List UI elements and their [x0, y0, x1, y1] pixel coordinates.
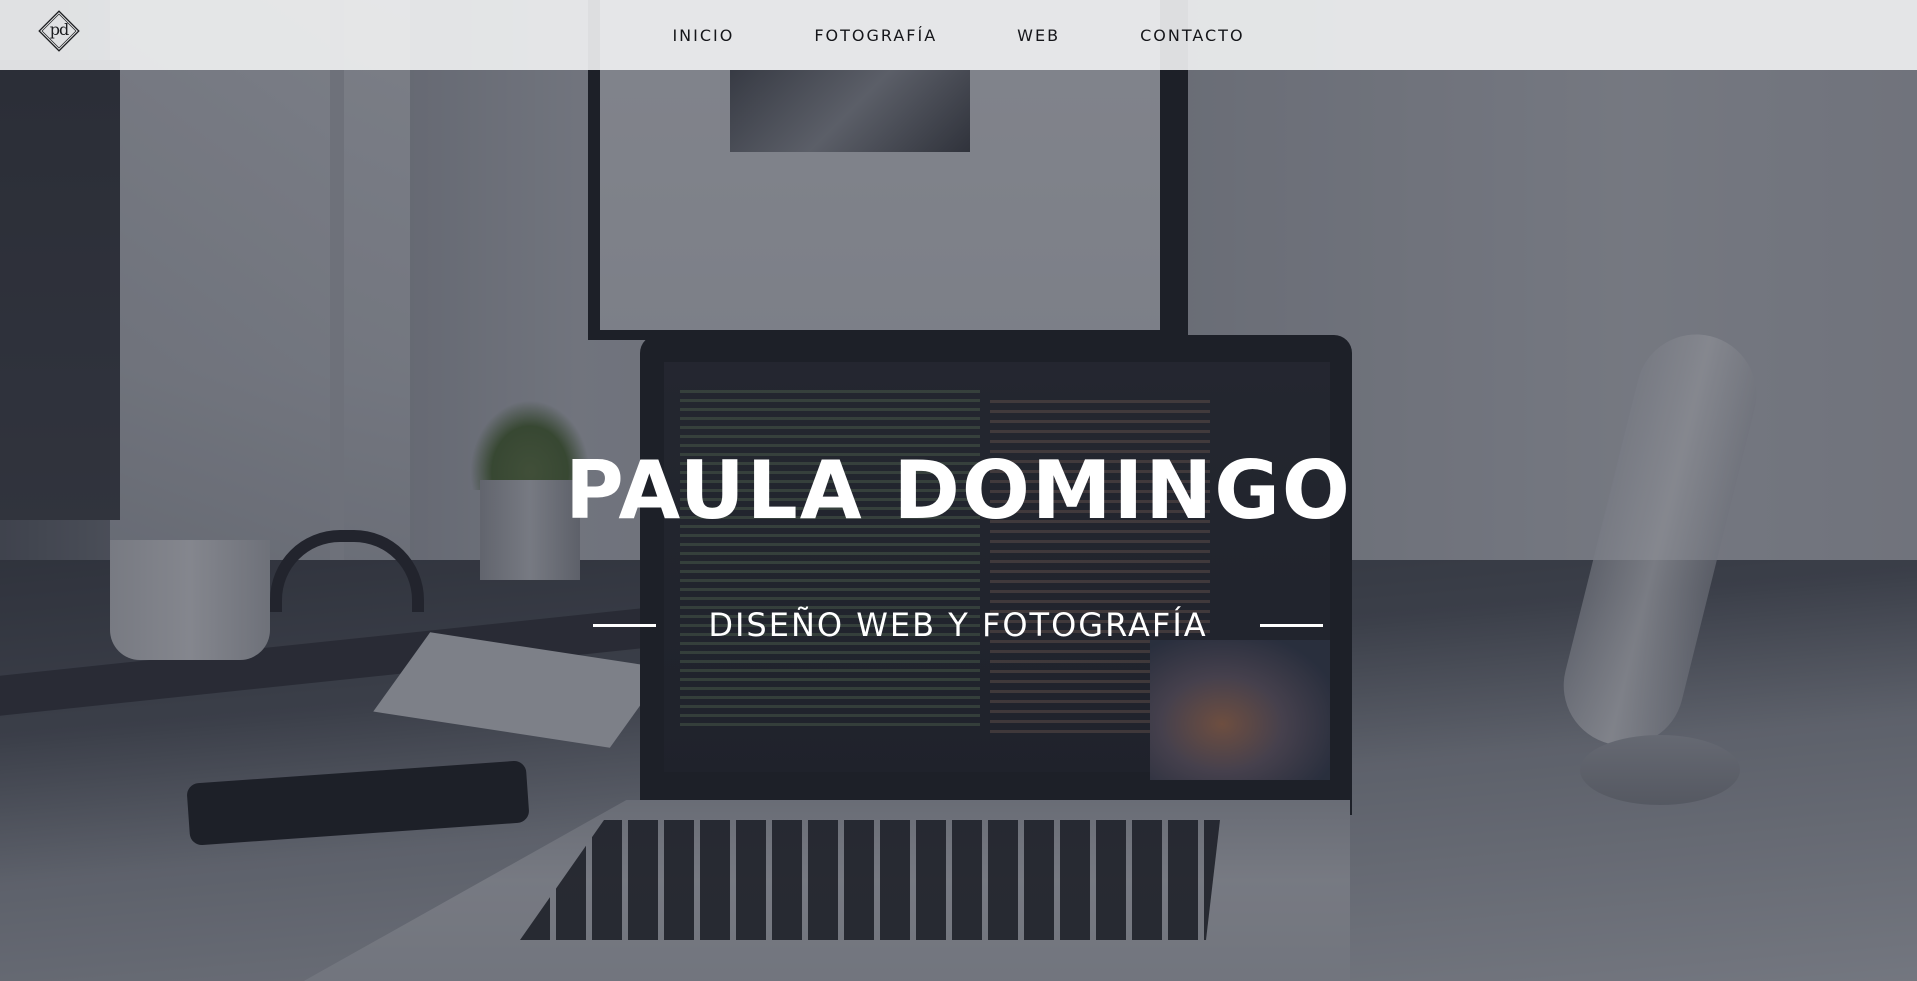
main-nav: INICIO FOTOGRAFÍA WEB CONTACTO [0, 0, 1917, 70]
subtitle-divider-right [1259, 623, 1323, 627]
page: pd INICIO FOTOGRAFÍA WEB CONTACTO PAULA … [0, 0, 1917, 981]
nav-item-web[interactable]: WEB [1017, 20, 1060, 51]
hero-subtitle-row: DISEÑO WEB Y FOTOGRAFÍA [593, 600, 1323, 650]
nav-item-contacto[interactable]: CONTACTO [1140, 20, 1244, 51]
subtitle-divider-left [593, 623, 656, 627]
hero-title: PAULA DOMINGO [565, 444, 1352, 537]
navbar: pd INICIO FOTOGRAFÍA WEB CONTACTO [0, 0, 1917, 70]
hero-subtitle: DISEÑO WEB Y FOTOGRAFÍA [708, 606, 1208, 644]
nav-item-inicio[interactable]: INICIO [672, 20, 734, 51]
nav-item-fotografia[interactable]: FOTOGRAFÍA [814, 20, 937, 51]
